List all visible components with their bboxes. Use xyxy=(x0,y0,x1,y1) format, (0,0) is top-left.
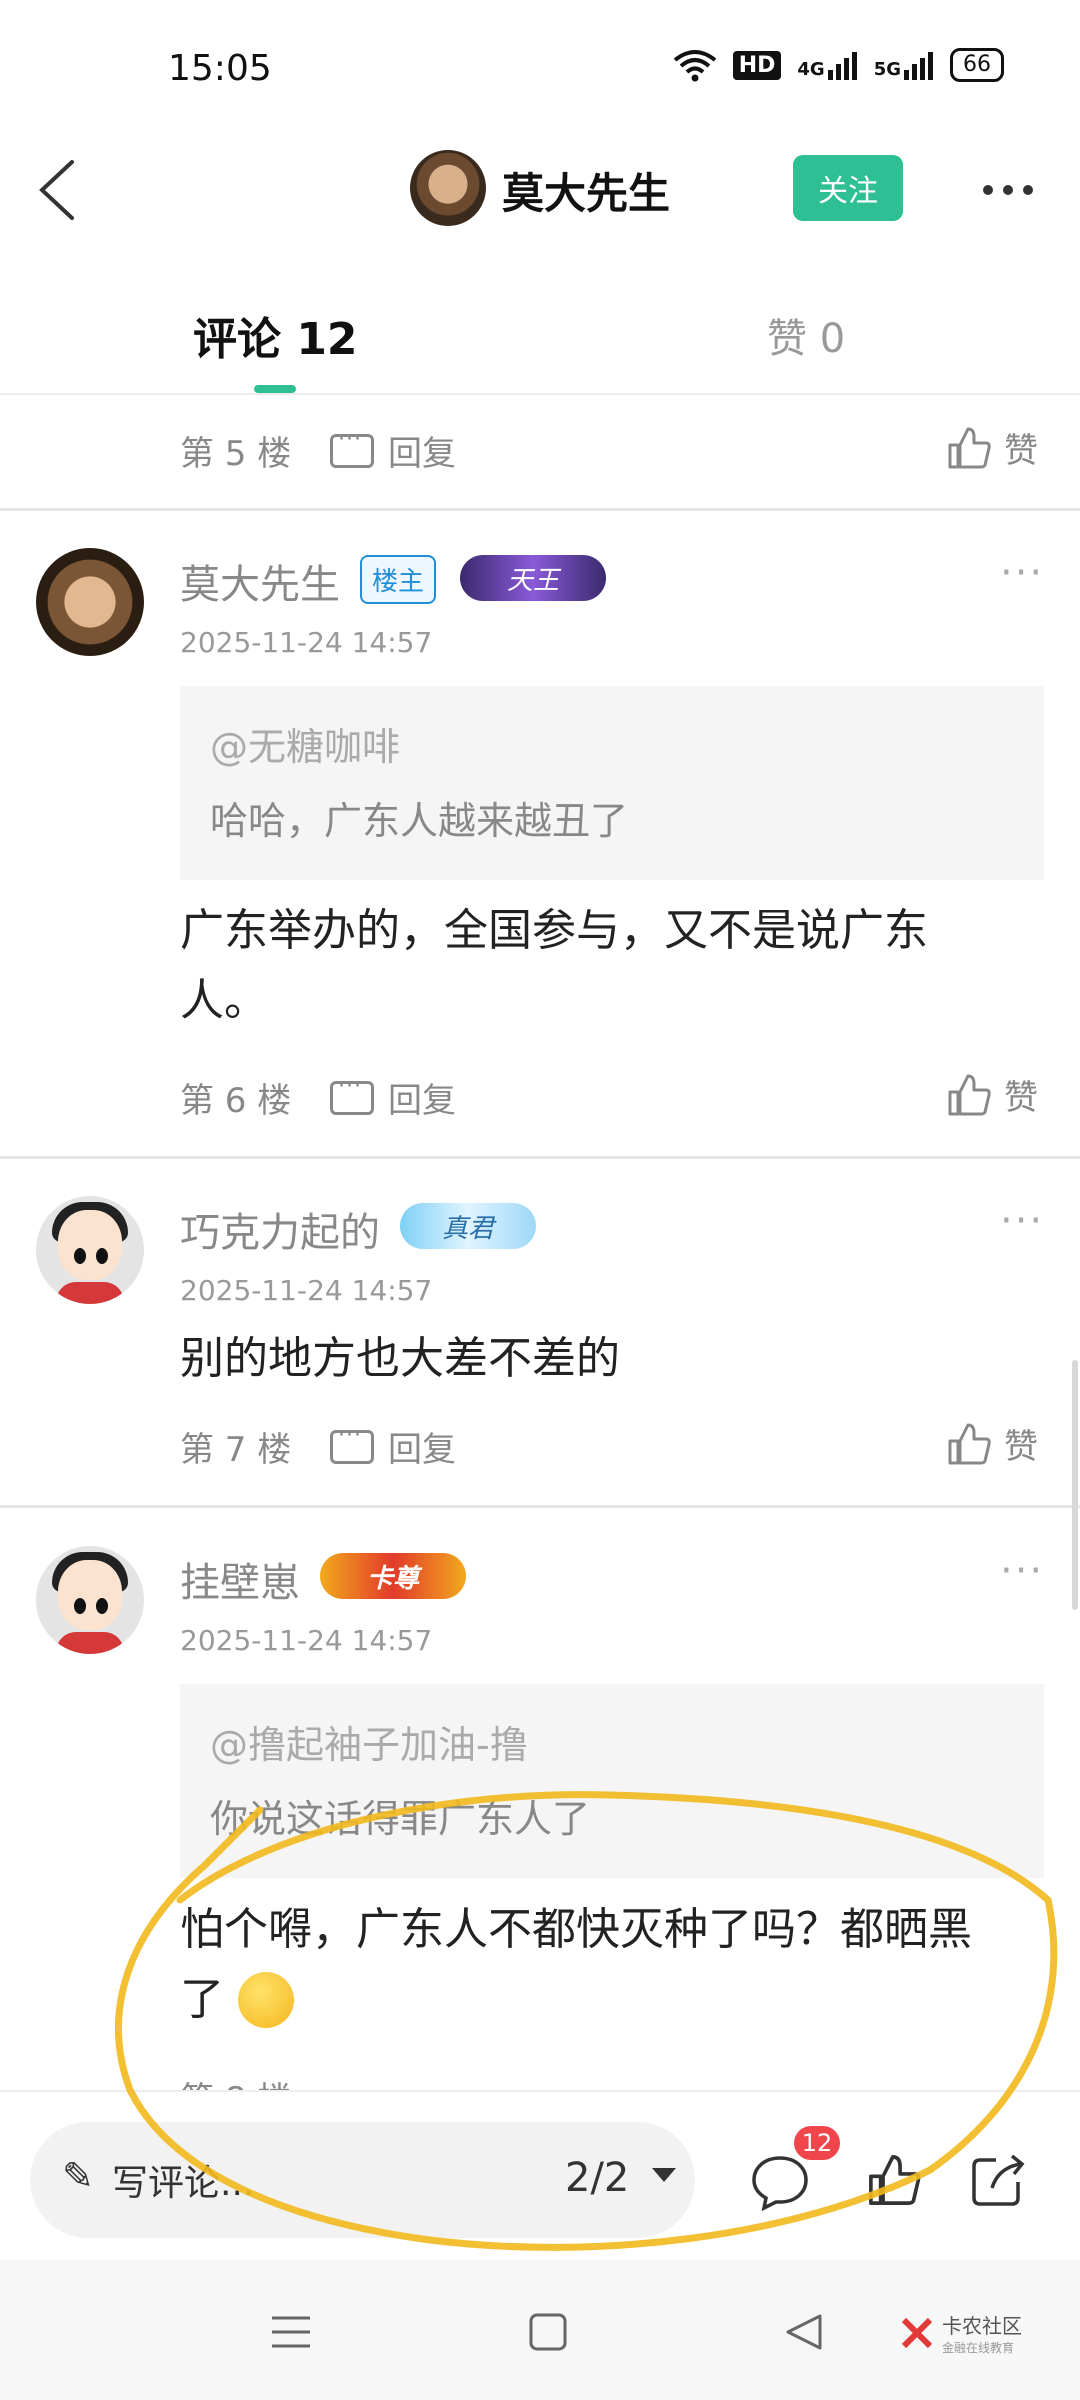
comment-divider xyxy=(0,508,1080,511)
hd-icon: HD xyxy=(732,50,782,80)
share-icon[interactable] xyxy=(968,2150,1028,2210)
like-button[interactable]: 赞 xyxy=(946,423,1038,472)
comment-username[interactable]: 莫大先生 xyxy=(180,552,340,610)
comment-input-placeholder[interactable]: 写评论... xyxy=(112,2154,254,2206)
page-dropdown-icon[interactable] xyxy=(652,2168,676,2182)
comment-time: 2025-11-24 14:57 xyxy=(180,626,433,659)
thumbs-up-icon xyxy=(948,1074,991,1115)
reply-icon xyxy=(330,1423,374,1464)
comment-more-icon[interactable]: ··· xyxy=(1000,550,1044,596)
quoted-user: @无糖咖啡 xyxy=(210,725,401,769)
title-badge: 天王 xyxy=(460,555,606,601)
quoted-text: 哈哈，广东人越来越丑了 xyxy=(210,799,629,843)
floor-label: 第 7 楼 xyxy=(180,1430,292,1470)
comment-divider xyxy=(0,1156,1080,1159)
like-button[interactable]: 赞 xyxy=(946,1070,1038,1119)
author-avatar[interactable] xyxy=(410,150,486,226)
owner-badge: 楼主 xyxy=(360,555,437,604)
comment-more-icon[interactable]: ··· xyxy=(1000,1198,1044,1244)
reply-button[interactable]: 回复 xyxy=(330,1422,456,1471)
menu-icon[interactable] xyxy=(270,2312,312,2352)
quoted-user: @撸起袖子加油-撸 xyxy=(210,1723,528,1767)
pencil-icon: ✎ xyxy=(62,2154,94,2198)
thumbs-up-icon xyxy=(948,427,991,468)
comment-text: 广东举办的，全国参与，又不是说广东 人。 xyxy=(180,905,928,1026)
floor-label: 第 6 楼 xyxy=(180,1081,292,1121)
comment-count-badge: 12 xyxy=(794,2126,840,2160)
back-nav-icon[interactable] xyxy=(784,2312,824,2352)
quoted-comment[interactable]: @无糖咖啡 哈哈，广东人越来越丑了 xyxy=(180,686,1044,880)
battery-indicator: 66 xyxy=(950,48,1004,82)
wifi-icon xyxy=(673,50,716,82)
quoted-text: 你说这话得罪广东人了 xyxy=(210,1797,591,1841)
emoji-icon xyxy=(238,1972,294,2028)
comment-time: 2025-11-24 14:57 xyxy=(180,1624,433,1657)
status-icons: HD 4G 5G 66 xyxy=(673,48,1004,82)
status-time: 15:05 xyxy=(168,48,272,89)
reply-icon xyxy=(330,1074,374,1115)
home-icon[interactable] xyxy=(528,2312,568,2352)
signal-4g-icon: 4G xyxy=(797,50,857,80)
title-badge: 卡尊 xyxy=(320,1553,466,1599)
title-badge: 真君 xyxy=(400,1203,536,1249)
back-icon[interactable] xyxy=(28,150,88,230)
quoted-comment[interactable]: @撸起袖子加油-撸 你说这话得罪广东人了 xyxy=(180,1684,1044,1878)
signal-5g-icon: 5G xyxy=(874,50,934,80)
watermark-logo: 卡农社区 金融在线教育 xyxy=(900,2310,1022,2356)
page-indicator[interactable]: 2/2 xyxy=(565,2155,629,2201)
comment-username[interactable]: 挂壁崽 xyxy=(180,1550,300,1608)
author-name[interactable]: 莫大先生 xyxy=(502,160,670,221)
more-options-icon[interactable] xyxy=(978,170,1038,210)
comment-icon[interactable] xyxy=(748,2152,812,2212)
comment-text: 怕个嘚，广东人不都快灭种了吗？都晒黑 了 xyxy=(180,1895,1050,2035)
avatar[interactable] xyxy=(36,1546,144,1654)
comment-time: 2025-11-24 14:57 xyxy=(180,1274,433,1307)
comment-divider xyxy=(0,1505,1080,1508)
tab-likes[interactable]: 赞 0 xyxy=(767,306,845,364)
follow-button[interactable]: 关注 xyxy=(793,155,903,221)
floor-label: 第 8 楼 xyxy=(180,2072,291,2090)
thumbs-up-icon xyxy=(948,1423,991,1464)
reply-button[interactable]: 回复 xyxy=(330,426,456,475)
like-button[interactable]: 赞 xyxy=(946,1419,1038,1468)
reply-icon xyxy=(330,427,374,468)
like-icon[interactable] xyxy=(866,2152,922,2208)
tabs-divider xyxy=(0,393,1080,395)
comment-username[interactable]: 巧克力起的 xyxy=(180,1200,380,1258)
comment-text: 别的地方也大差不差的 xyxy=(180,1333,620,1384)
comment-more-icon[interactable]: ··· xyxy=(1000,1548,1044,1594)
tab-active-indicator xyxy=(254,385,296,393)
reply-button[interactable]: 回复 xyxy=(330,1073,456,1122)
avatar[interactable] xyxy=(36,1196,144,1304)
scrollbar[interactable] xyxy=(1072,1360,1078,1610)
avatar[interactable] xyxy=(36,548,144,656)
floor-label: 第 5 楼 xyxy=(180,434,292,474)
tab-comments[interactable]: 评论 12 xyxy=(193,303,358,367)
